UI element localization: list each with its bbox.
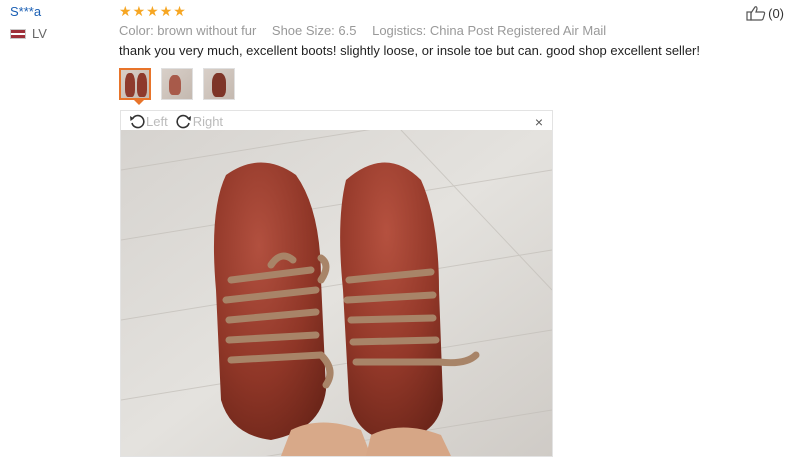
viewer-toolbar: Left Right <box>129 113 231 129</box>
star-icon: ★ <box>159 3 173 19</box>
rating-stars: ★ ★ ★ ★ ★ <box>119 3 186 19</box>
rotate-left-icon <box>130 114 145 129</box>
rotate-right-label: Right <box>192 113 224 129</box>
reviewer-name[interactable]: S***a <box>10 4 41 19</box>
review-comment: thank you very much, excellent boots! sl… <box>119 43 700 58</box>
helpful-button[interactable]: (0) <box>746 5 784 21</box>
review-photo-thumbnails <box>119 68 235 100</box>
latvia-flag-icon <box>10 28 26 39</box>
reviewer-country: LV <box>10 26 47 41</box>
review-attributes: Color: brown without fur Shoe Size: 6.5 … <box>119 23 618 38</box>
rotate-right-icon <box>176 114 191 129</box>
review-photo <box>121 130 552 456</box>
photo-thumbnail-3[interactable] <box>203 68 235 100</box>
star-icon: ★ <box>119 3 132 19</box>
attribute-color: Color: brown without fur <box>119 23 257 38</box>
photo-thumbnail-1[interactable] <box>119 68 151 100</box>
rotate-left-label: Left <box>146 113 168 129</box>
country-code: LV <box>32 26 47 41</box>
review-item: S***a LV ★ ★ ★ ★ ★ (0) Color: brown with… <box>0 0 790 462</box>
star-icon: ★ <box>132 3 146 19</box>
rotate-right-button[interactable]: Right <box>176 113 223 129</box>
attribute-logistics: Logistics: China Post Registered Air Mai… <box>372 23 607 38</box>
photo-thumbnail-2[interactable] <box>161 68 193 100</box>
star-icon: ★ <box>146 3 159 19</box>
like-count: (0) <box>768 5 784 21</box>
attribute-shoe-size: Shoe Size: 6.5 <box>271 23 357 38</box>
star-icon: ★ <box>173 3 186 19</box>
close-viewer-button[interactable]: × <box>535 114 543 130</box>
photo-viewer: Left Right × <box>120 110 553 457</box>
rotate-left-button[interactable]: Left <box>129 113 168 129</box>
thumbs-up-icon <box>746 6 766 21</box>
active-thumbnail-indicator <box>134 100 144 105</box>
